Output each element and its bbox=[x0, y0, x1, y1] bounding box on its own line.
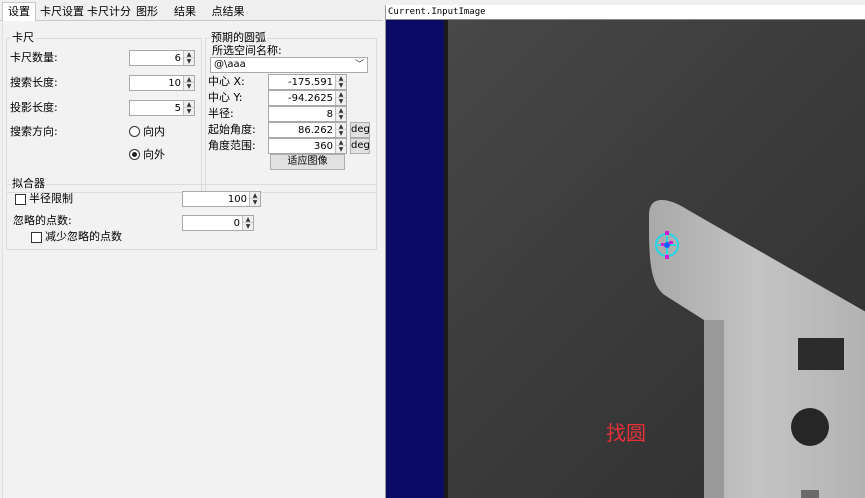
left-band bbox=[386, 20, 444, 498]
direction-outward-label[interactable]: 向外 bbox=[143, 148, 165, 162]
image-title: Current.InputImage bbox=[386, 5, 865, 20]
projection-length-stepper[interactable]: ▲▼ bbox=[129, 100, 195, 116]
space-name-label: 所选空间名称: bbox=[212, 44, 282, 57]
angle-range-stepper[interactable]: ▲▼ bbox=[268, 138, 347, 154]
space-name-value: @\aaa bbox=[214, 59, 246, 70]
up-arrow-icon[interactable]: ▲ bbox=[336, 91, 346, 98]
radius-limit-label[interactable]: 半径限制 bbox=[29, 192, 73, 206]
center-y-spin-buttons[interactable]: ▲ ▼ bbox=[335, 91, 346, 105]
band-edge bbox=[444, 20, 448, 498]
down-arrow-icon[interactable]: ▼ bbox=[336, 82, 346, 89]
caliper-count-input[interactable] bbox=[130, 51, 184, 65]
down-arrow-icon[interactable]: ▼ bbox=[184, 58, 194, 65]
radius-limit-spin-buttons[interactable]: ▲ ▼ bbox=[249, 192, 260, 206]
up-arrow-icon[interactable]: ▲ bbox=[184, 76, 194, 83]
down-arrow-icon[interactable]: ▼ bbox=[336, 98, 346, 105]
down-arrow-icon[interactable]: ▼ bbox=[336, 114, 346, 121]
start-angle-unit-button[interactable]: deg bbox=[350, 122, 370, 138]
down-arrow-icon[interactable]: ▼ bbox=[184, 83, 194, 90]
caliper-count-label: 卡尺数量: bbox=[10, 51, 58, 64]
search-length-input[interactable] bbox=[130, 76, 184, 90]
caliper-count-stepper[interactable]: ▲▼ bbox=[129, 50, 195, 66]
up-arrow-icon[interactable]: ▲ bbox=[184, 51, 194, 58]
radius-limit-checkbox[interactable] bbox=[15, 194, 26, 205]
projection-length-label: 投影长度: bbox=[10, 101, 58, 114]
start-angle-input[interactable] bbox=[269, 123, 336, 137]
chevron-down-icon[interactable]: ﹀ bbox=[355, 59, 364, 71]
direction-inward-radio[interactable] bbox=[129, 126, 140, 137]
up-arrow-icon[interactable]: ▲ bbox=[184, 101, 194, 108]
up-arrow-icon[interactable]: ▲ bbox=[336, 107, 346, 114]
down-arrow-icon[interactable]: ▼ bbox=[184, 108, 194, 115]
radius-spin-buttons[interactable]: ▲ ▼ bbox=[335, 107, 346, 121]
direction-inward-label[interactable]: 向内 bbox=[143, 125, 165, 139]
radius-limit-input[interactable] bbox=[183, 192, 250, 206]
part-notch bbox=[798, 338, 844, 370]
tab-caliper-settings[interactable]: 卡尺设置 bbox=[40, 5, 84, 21]
center-y-label: 中心 Y: bbox=[208, 91, 243, 104]
projection-length-input[interactable] bbox=[130, 101, 184, 115]
part-shadow bbox=[704, 320, 724, 498]
down-arrow-icon[interactable]: ▼ bbox=[336, 146, 346, 153]
angle-range-spin-buttons[interactable]: ▲ ▼ bbox=[335, 139, 346, 153]
tab-bar: 设置 卡尺设置 卡尺计分 图形 结果 点结果 bbox=[0, 0, 383, 22]
tab-graphics[interactable]: 图形 bbox=[134, 5, 160, 21]
down-arrow-icon[interactable]: ▼ bbox=[336, 130, 346, 137]
radius-limit-stepper[interactable]: ▲▼ bbox=[182, 191, 261, 207]
overlay-label: 找圆 bbox=[606, 421, 646, 445]
direction-outward-radio[interactable] bbox=[129, 149, 140, 160]
angle-range-label: 角度范围: bbox=[208, 139, 256, 152]
start-angle-spin-buttons[interactable]: ▲ ▼ bbox=[335, 123, 346, 137]
down-arrow-icon[interactable]: ▼ bbox=[250, 199, 260, 206]
tab-settings[interactable]: 设置 bbox=[2, 2, 36, 22]
caliper-legend: 卡尺 bbox=[11, 31, 35, 44]
down-arrow-icon[interactable]: ▼ bbox=[243, 223, 253, 230]
space-name-dropdown[interactable]: @\aaa ﹀ bbox=[210, 57, 368, 73]
ignore-points-spin-buttons[interactable]: ▲ ▼ bbox=[242, 216, 253, 230]
center-x-stepper[interactable]: ▲▼ bbox=[268, 74, 347, 90]
reduce-ignored-label[interactable]: 减少忽略的点数 bbox=[45, 230, 122, 244]
up-arrow-icon[interactable]: ▲ bbox=[250, 192, 260, 199]
angle-range-input[interactable] bbox=[269, 139, 336, 153]
tab-point-results[interactable]: 点结果 bbox=[209, 5, 247, 21]
ignore-points-stepper[interactable]: ▲▼ bbox=[182, 215, 254, 231]
start-angle-stepper[interactable]: ▲▼ bbox=[268, 122, 347, 138]
caliper-count-spin-buttons[interactable]: ▲ ▼ bbox=[183, 51, 194, 65]
search-length-label: 搜索长度: bbox=[10, 76, 58, 89]
tab-caliper-scoring[interactable]: 卡尺计分 bbox=[86, 5, 132, 21]
start-angle-label: 起始角度: bbox=[208, 123, 256, 136]
search-length-stepper[interactable]: ▲▼ bbox=[129, 75, 195, 91]
part-hole bbox=[791, 408, 829, 446]
center-x-input[interactable] bbox=[269, 75, 336, 89]
ignore-points-input[interactable] bbox=[183, 216, 243, 230]
tab-results[interactable]: 结果 bbox=[171, 5, 199, 21]
up-arrow-icon[interactable]: ▲ bbox=[336, 123, 346, 130]
part-detail bbox=[801, 490, 819, 498]
radius-label: 半径: bbox=[208, 107, 234, 120]
search-direction-label: 搜索方向: bbox=[10, 125, 58, 138]
angle-range-unit-button[interactable]: deg bbox=[350, 138, 370, 154]
radius-stepper[interactable]: ▲▼ bbox=[268, 106, 347, 122]
ignore-points-label: 忽略的点数: bbox=[13, 214, 72, 227]
projection-length-spin-buttons[interactable]: ▲ ▼ bbox=[183, 101, 194, 115]
center-x-spin-buttons[interactable]: ▲ ▼ bbox=[335, 75, 346, 89]
image-display[interactable]: Current.InputImage 找圆 bbox=[385, 5, 865, 498]
center-x-label: 中心 X: bbox=[208, 75, 245, 88]
settings-panel: 卡尺 卡尺数量: ▲▼ 搜索长度: ▲▼ 投影长度: ▲▼ 搜索方向: 向内 向… bbox=[2, 21, 383, 498]
fitter-legend: 拟合器 bbox=[11, 177, 46, 190]
fit-to-image-button[interactable]: 适应图像 bbox=[270, 154, 345, 170]
up-arrow-icon[interactable]: ▲ bbox=[243, 216, 253, 223]
search-length-spin-buttons[interactable]: ▲ ▼ bbox=[183, 76, 194, 90]
center-y-input[interactable] bbox=[269, 91, 336, 105]
radius-input[interactable] bbox=[269, 107, 336, 121]
up-arrow-icon[interactable]: ▲ bbox=[336, 75, 346, 82]
image-canvas[interactable]: 找圆 bbox=[386, 20, 865, 498]
reduce-ignored-checkbox[interactable] bbox=[31, 232, 42, 243]
center-y-stepper[interactable]: ▲▼ bbox=[268, 90, 347, 106]
expected-arc-legend: 预期的圆弧 bbox=[210, 31, 267, 44]
up-arrow-icon[interactable]: ▲ bbox=[336, 139, 346, 146]
